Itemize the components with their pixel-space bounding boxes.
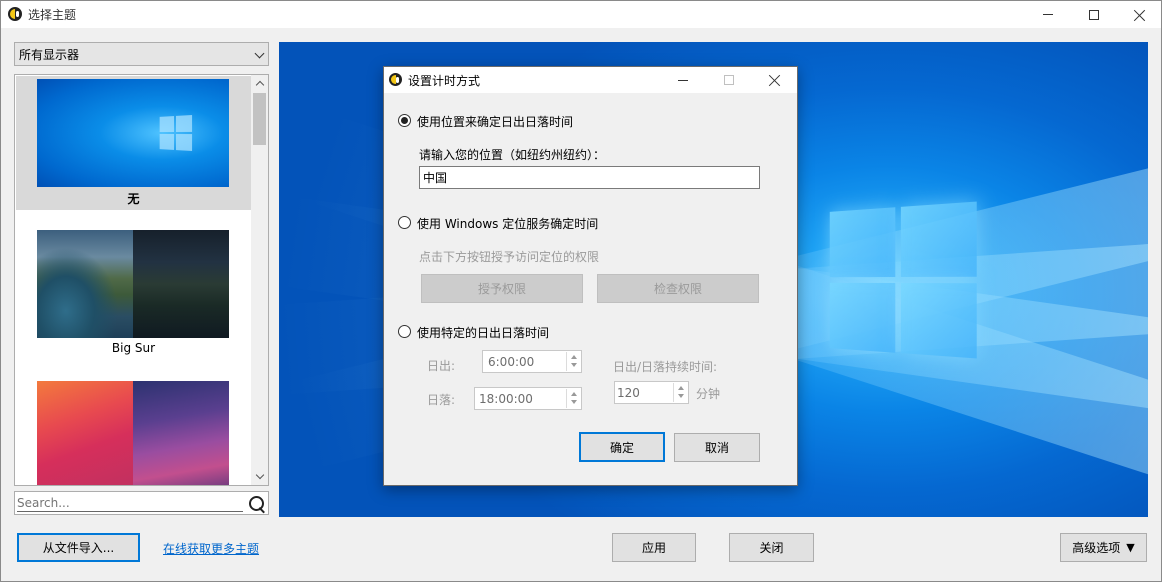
windows-logo-icon: [159, 115, 193, 151]
apply-button[interactable]: 应用: [612, 533, 696, 562]
theme-list[interactable]: 无 Big Sur: [14, 74, 269, 486]
close-icon: [769, 74, 781, 86]
sunset-label: 日落:: [427, 393, 456, 407]
theme-item-big-sur-color[interactable]: [16, 378, 251, 485]
sunset-time-input[interactable]: 18:00:00: [474, 387, 582, 410]
search-icon[interactable]: [248, 495, 266, 513]
radio-windows-location[interactable]: [398, 216, 411, 229]
sunrise-time-input[interactable]: 6:00:00: [482, 350, 582, 373]
search-input[interactable]: [17, 494, 243, 512]
radio-custom-time[interactable]: [398, 325, 411, 338]
display-select[interactable]: 所有显示器: [14, 42, 269, 66]
radio-windows-location-label[interactable]: 使用 Windows 定位服务确定时间: [417, 215, 598, 232]
theme-thumbnail-big-sur-color: [37, 381, 229, 485]
app-icon: [8, 7, 22, 21]
caret-down-icon: ▼: [1126, 541, 1135, 554]
dialog-maximize-button: [706, 67, 752, 93]
theme-item-big-sur[interactable]: Big Sur: [16, 227, 251, 361]
dialog-minimize-button[interactable]: [660, 67, 706, 93]
close-button[interactable]: 关闭: [729, 533, 814, 562]
spinner-arrows-icon[interactable]: [673, 383, 687, 402]
advanced-options-label: 高级选项: [1072, 541, 1121, 555]
title-bar: 选择主题: [1, 1, 1161, 28]
theme-thumbnail-big-sur: [37, 230, 229, 338]
maximize-button[interactable]: [1071, 1, 1117, 28]
chevron-down-icon: [254, 48, 265, 59]
sunset-value: 18:00:00: [479, 392, 533, 406]
dialog-title-bar: 设置计时方式: [384, 67, 797, 93]
scroll-thumb[interactable]: [253, 93, 266, 145]
sunrise-value: 6:00:00: [488, 355, 535, 369]
dialog-close-button[interactable]: [752, 67, 798, 93]
ok-button[interactable]: 确定: [579, 432, 665, 462]
sunrise-label: 日出:: [427, 359, 456, 373]
grant-permission-button[interactable]: 授予权限: [421, 274, 583, 303]
windows-location-hint: 点击下方按钮授予访问定位的权限: [419, 250, 600, 264]
minimize-button[interactable]: [1025, 1, 1071, 28]
window-title: 选择主题: [28, 8, 77, 22]
chevron-down-icon: [255, 470, 264, 480]
radio-location-label[interactable]: 使用位置来确定日出日落时间: [417, 113, 573, 130]
cancel-button[interactable]: 取消: [674, 433, 760, 462]
scroll-down-button[interactable]: [251, 468, 268, 485]
spinner-arrows-icon[interactable]: [566, 352, 580, 371]
theme-list-scrollbar[interactable]: [251, 75, 268, 485]
duration-value: 120: [617, 386, 640, 400]
duration-unit: 分钟: [696, 387, 721, 401]
close-icon: [1134, 9, 1146, 21]
radio-custom-time-label[interactable]: 使用特定的日出日落时间: [417, 324, 549, 341]
location-prompt: 请输入您的位置（如纽约州纽约）：: [419, 148, 606, 162]
radio-location[interactable]: [398, 114, 411, 127]
main-window: 选择主题 所有显示器 无 Big Sur Search... 设置计时方式 使用…: [0, 0, 1162, 582]
theme-label: 无: [127, 192, 140, 206]
timing-dialog: 设置计时方式 使用位置来确定日出日落时间 请输入您的位置（如纽约州纽约）： 使用…: [383, 66, 798, 486]
scroll-up-button[interactable]: [251, 75, 268, 92]
windows-logo-icon: [829, 201, 979, 359]
maximize-icon: [724, 75, 734, 85]
minimize-icon: [1043, 14, 1053, 15]
duration-input[interactable]: 120: [614, 381, 689, 404]
duration-label: 日出/日落持续时间:: [613, 360, 718, 374]
theme-item-none[interactable]: 无: [16, 76, 251, 210]
search-box: [14, 491, 269, 515]
chevron-up-icon: [255, 80, 264, 90]
maximize-icon: [1089, 9, 1099, 20]
display-select-value: 所有显示器: [19, 47, 80, 62]
advanced-options-button[interactable]: 高级选项 ▼: [1060, 533, 1147, 562]
location-input[interactable]: [419, 166, 760, 189]
get-more-themes-link[interactable]: 在线获取更多主题: [163, 540, 259, 557]
spinner-arrows-icon[interactable]: [566, 389, 580, 408]
check-permission-button[interactable]: 检查权限: [597, 274, 759, 303]
app-icon: [389, 73, 402, 86]
theme-label: Big Sur: [111, 341, 156, 355]
close-window-button[interactable]: [1117, 1, 1162, 28]
minimize-icon: [678, 79, 688, 81]
dialog-title: 设置计时方式: [408, 74, 481, 88]
theme-thumbnail-windows: [37, 79, 229, 187]
import-from-file-button[interactable]: 从文件导入...: [17, 533, 140, 562]
